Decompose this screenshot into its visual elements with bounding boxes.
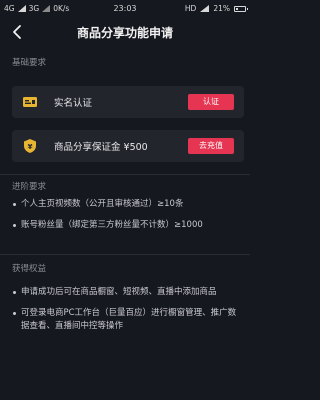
deposit-label: 商品分享保证金 ¥500 — [54, 142, 148, 153]
card-real-name: 实名认证 认证 — [12, 86, 244, 118]
battery-percent: 21% — [213, 4, 230, 13]
benefits-list: 申请成功后可在商品橱窗、短视频、直播中添加商品 可登录电商PC工作台（巨量百应）… — [12, 286, 244, 333]
card-deposit: ¥ 商品分享保证金 ¥500 去充值 — [12, 130, 244, 162]
recharge-button[interactable]: 去充值 — [188, 138, 234, 154]
battery-icon — [234, 5, 248, 12]
section-benefits-title: 获得权益 — [12, 264, 47, 274]
divider-1 — [0, 174, 250, 175]
divider-2 — [0, 254, 250, 255]
section-basic-title: 基础要求 — [12, 58, 47, 68]
nav-bar: 商品分享功能申请 — [0, 17, 250, 47]
id-card-icon — [23, 97, 37, 107]
shield-coin-icon: ¥ — [24, 139, 36, 153]
status-right: HD 21% — [184, 4, 248, 13]
list-item: 可登录电商PC工作台（巨量百应）进行橱窗管理、推广数据查看、直播间中控等操作 — [12, 307, 244, 333]
verify-button[interactable]: 认证 — [188, 94, 234, 110]
advanced-list: 个人主页视频数（公开且审核通过）≥10条 账号粉丝量（绑定第三方粉丝量不计数）≥… — [12, 198, 244, 232]
list-item: 账号粉丝量（绑定第三方粉丝量不计数）≥1000 — [12, 219, 244, 232]
svg-text:¥: ¥ — [28, 143, 33, 151]
list-item: 申请成功后可在商品橱窗、短视频、直播中添加商品 — [12, 286, 244, 299]
list-item: 个人主页视频数（公开且审核通过）≥10条 — [12, 198, 244, 211]
battery-fill — [236, 7, 238, 10]
real-name-label: 实名认证 — [54, 98, 93, 109]
signal-bars-icon — [200, 5, 210, 12]
page-title: 商品分享功能申请 — [76, 26, 173, 40]
section-advanced-title: 进阶要求 — [12, 182, 47, 192]
hd-indicator: HD — [184, 4, 197, 13]
status-bar: 4G 3G 0K/s 23:03 HD 21% — [0, 0, 250, 17]
